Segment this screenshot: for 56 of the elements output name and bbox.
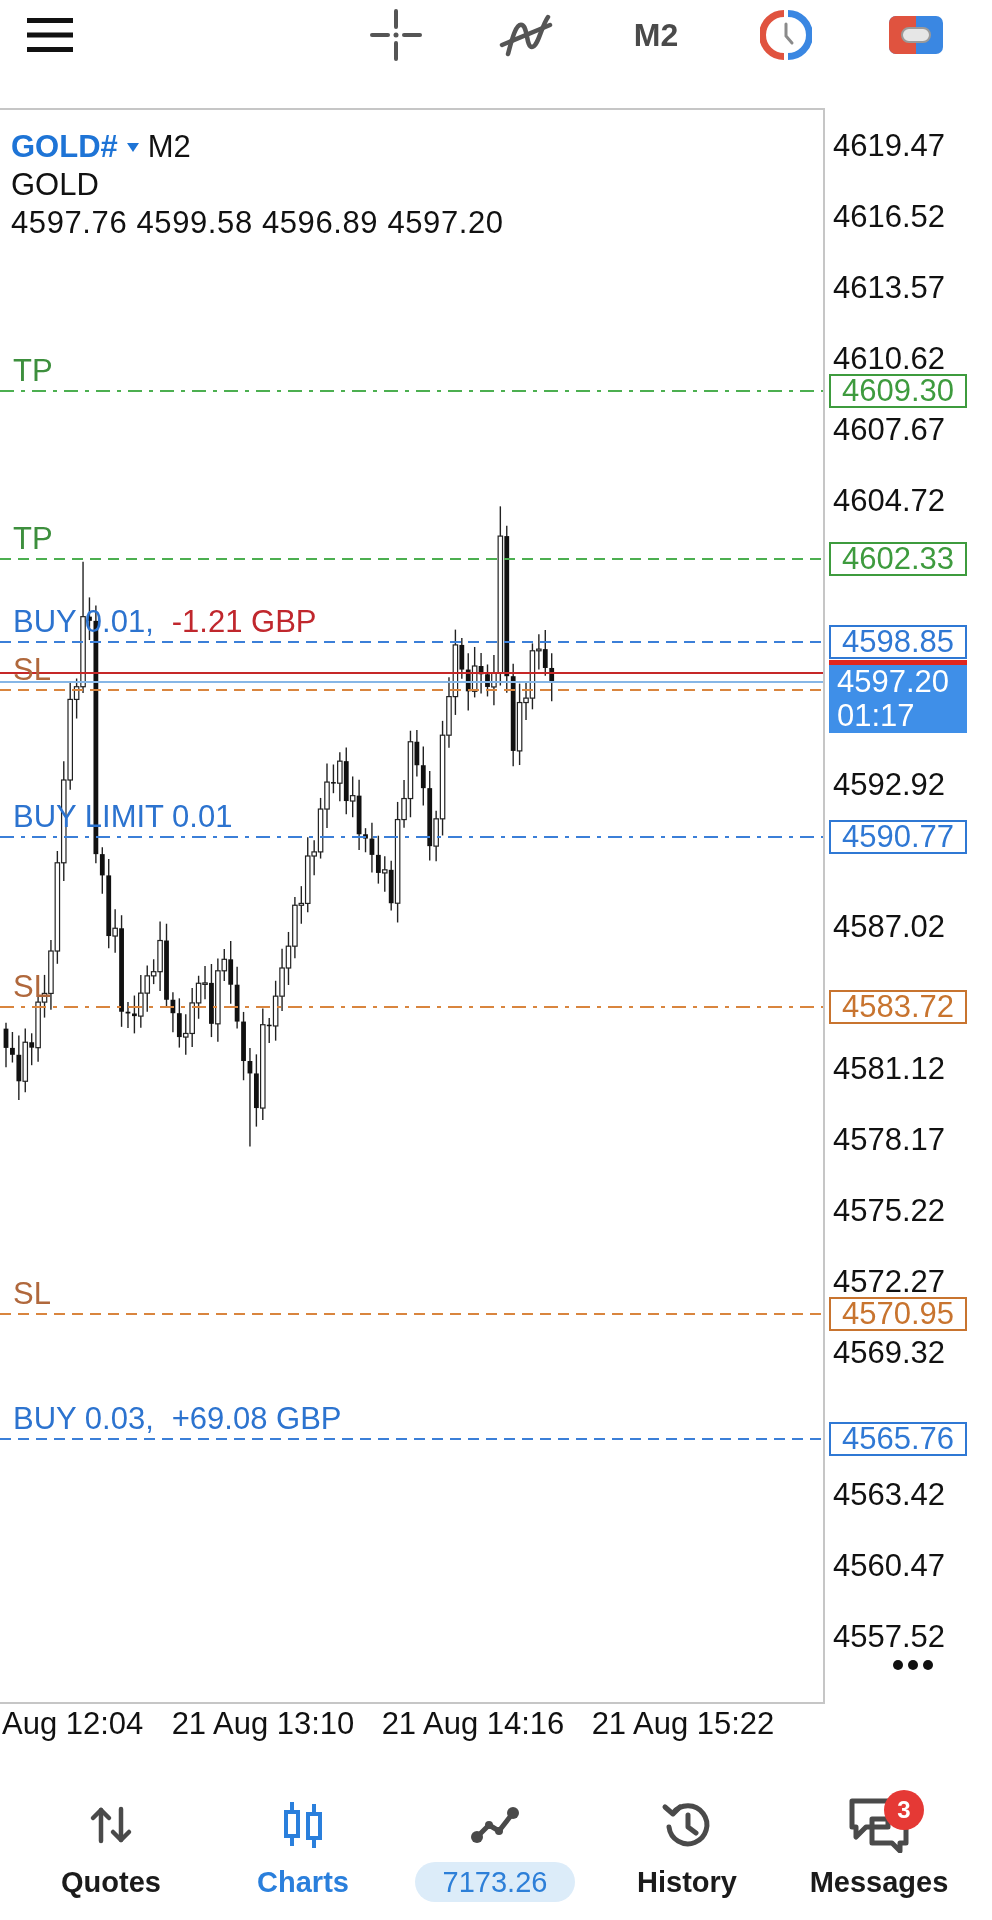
price-axis-label: 4581.12	[833, 1052, 946, 1087]
more-icon[interactable]	[892, 1659, 934, 1671]
price-axis-label: 4578.17	[833, 1123, 946, 1158]
quotes-tab[interactable]: Quotes	[15, 1784, 207, 1902]
time-axis-label: 21 Aug 13:10	[171, 1706, 355, 1741]
caret-icon	[126, 142, 139, 152]
chat-bubbles-icon	[848, 1797, 910, 1853]
menu-icon[interactable]	[27, 18, 73, 52]
price-tag: 4609.30	[829, 373, 967, 408]
symbol-selector[interactable]: GOLD#	[11, 128, 139, 166]
price-tag: 4602.33	[829, 541, 967, 576]
price-tag: 4590.77	[829, 819, 967, 854]
price-axis-label: 4613.57	[833, 271, 946, 305]
price-axis-label: 4619.47	[833, 129, 946, 163]
price-axis-label: 4560.47	[833, 1549, 946, 1584]
history-tab[interactable]: History	[591, 1784, 783, 1902]
current-price: 4597.20	[837, 665, 950, 700]
price-tag: 4570.95	[829, 1296, 967, 1331]
arrows-up-down-icon	[89, 1805, 133, 1845]
price-axis-label: 4569.32	[833, 1336, 946, 1371]
price-axis-label: 4592.92	[833, 768, 946, 803]
timeframe-label: M2	[147, 128, 191, 166]
charts-tab[interactable]: Charts	[207, 1784, 399, 1902]
ohlc-values: 4597.76 4599.58 4596.89 4597.20	[11, 204, 504, 242]
unread-count: 3	[884, 1790, 924, 1830]
toggle-icon[interactable]	[889, 16, 943, 54]
clock-icon[interactable]	[760, 9, 812, 61]
price-axis-label: 4604.72	[833, 484, 946, 519]
profit-value: -1.21 GBP	[171, 605, 317, 640]
price-axis-label: 4610.62	[833, 342, 946, 376]
take-profit-label: TP	[13, 353, 53, 388]
price-axis-label: 4587.02	[833, 910, 946, 945]
candlestick-icon	[281, 1800, 325, 1850]
crosshair-icon[interactable]	[370, 9, 422, 61]
wave-line-icon[interactable]	[498, 13, 554, 57]
price-axis-label: 4557.52	[833, 1620, 946, 1655]
stop-loss-label: SL	[13, 1276, 51, 1311]
timeframe-button[interactable]: M2	[633, 16, 679, 54]
profit-value: +69.08 GBP	[171, 1401, 342, 1436]
time-axis-label: 21 Aug 14:16	[381, 1706, 565, 1741]
price-tag: 4598.85	[829, 625, 967, 660]
line-chart-icon	[469, 1805, 521, 1845]
price-axis-label: 4563.42	[833, 1478, 946, 1513]
price-axis-label: 4616.52	[833, 200, 946, 234]
time-axis-label: 21 Aug 15:22	[591, 1706, 775, 1741]
bar-countdown: 01:17	[837, 699, 915, 734]
position-label: BUY 0.03,	[13, 1401, 154, 1436]
price-axis-label: 4575.22	[833, 1194, 946, 1229]
price-tag: 4565.76	[829, 1421, 967, 1456]
take-profit-label: TP	[13, 521, 53, 556]
price-tag: 4583.72	[829, 989, 967, 1024]
time-axis-label: Aug 12:04	[2, 1706, 144, 1741]
balance-value: 7173.26	[414, 1862, 576, 1902]
messages-tab[interactable]: 3 Messages	[783, 1784, 975, 1902]
symbol-description: GOLD	[11, 166, 99, 204]
price-axis-label: 4607.67	[833, 413, 946, 447]
